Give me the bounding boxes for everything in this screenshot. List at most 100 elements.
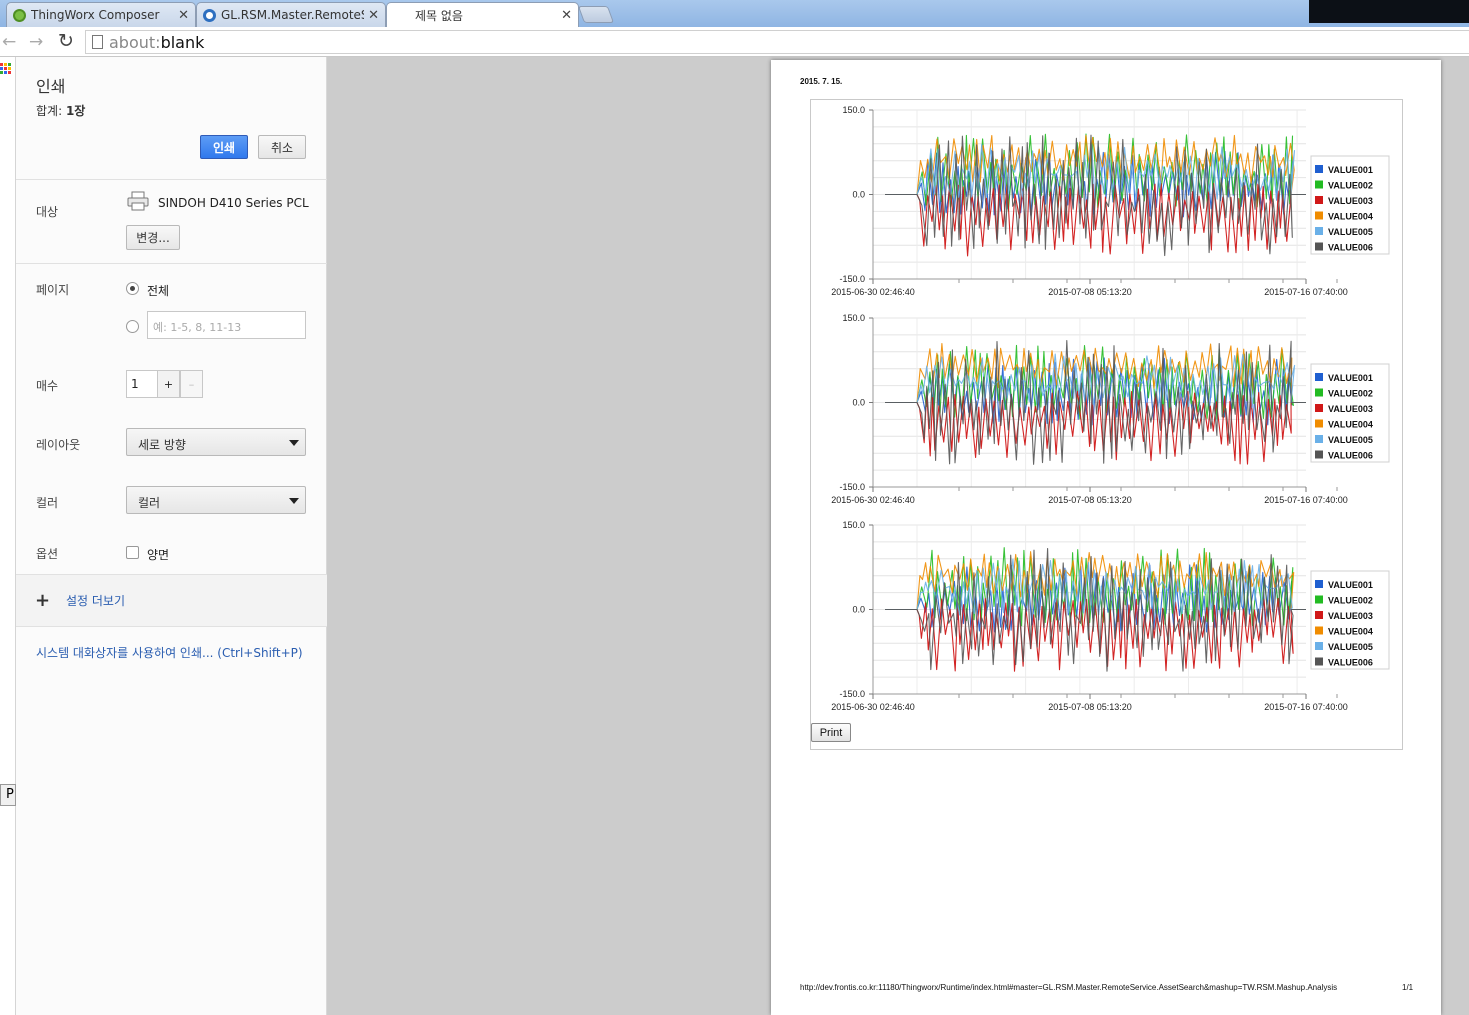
legend-label: VALUE005 bbox=[1328, 435, 1373, 445]
chart-legend: VALUE001 VALUE002 VALUE003 VALUE004 VALUE005… bbox=[1310, 155, 1390, 255]
y-tick-label: 150.0 bbox=[842, 105, 865, 115]
copies-label: 매수 bbox=[36, 379, 59, 393]
x-tick-label: 2015-06-30 02:46:40 bbox=[831, 287, 915, 297]
address-bar[interactable]: about: blank bbox=[85, 30, 1469, 54]
legend-swatch bbox=[1315, 435, 1323, 443]
back-arrow-icon[interactable]: ← bbox=[2, 32, 16, 52]
y-tick-label: 0.0 bbox=[852, 605, 865, 615]
new-tab-button[interactable] bbox=[577, 6, 615, 23]
change-destination-button[interactable]: 변경... bbox=[126, 225, 180, 250]
tab-untitled[interactable]: 제목 없음 ✕ bbox=[386, 2, 579, 28]
tab-label: 제목 없음 bbox=[415, 9, 463, 23]
chevron-down-icon bbox=[289, 498, 299, 504]
thingworx-icon bbox=[13, 8, 26, 22]
x-tick-label: 2015-07-08 05:13:20 bbox=[1048, 495, 1132, 505]
x-tick-label: 2015-06-30 02:46:40 bbox=[831, 702, 915, 712]
x-tick-label: 2015-07-08 05:13:20 bbox=[1048, 702, 1132, 712]
pages-all-label: 전체 bbox=[147, 284, 170, 298]
legend-label: VALUE002 bbox=[1328, 389, 1373, 399]
legend-label: VALUE003 bbox=[1328, 404, 1373, 414]
legend-label: VALUE001 bbox=[1328, 373, 1373, 383]
close-icon[interactable]: ✕ bbox=[561, 8, 572, 23]
print-button[interactable]: 인쇄 bbox=[200, 135, 248, 159]
page-icon bbox=[92, 35, 103, 49]
color-select[interactable]: 컬러 bbox=[126, 486, 306, 514]
pages-label: 페이지 bbox=[36, 283, 70, 297]
legend-swatch bbox=[1315, 450, 1323, 459]
chart-svg: 150.0 0.0 -150.0 2015-06-30 02:46:40 2015-07… bbox=[831, 105, 1390, 297]
legend-swatch bbox=[1315, 227, 1323, 235]
apps-grid-icon[interactable] bbox=[0, 63, 13, 76]
legend-label: VALUE001 bbox=[1328, 165, 1373, 175]
divider bbox=[16, 179, 327, 180]
printer-name: SINDOH D410 Series PCL bbox=[158, 196, 309, 210]
legend-label: VALUE004 bbox=[1328, 627, 1373, 637]
cancel-button[interactable]: 취소 bbox=[258, 135, 306, 159]
reload-icon[interactable]: ↻ bbox=[58, 30, 74, 52]
options-label: 옵션 bbox=[36, 547, 59, 561]
time-series-chart-2: 150.0 0.0 -150.0 2015-06-30 02:46:40 2015-07… bbox=[811, 308, 1404, 515]
close-icon[interactable]: ✕ bbox=[368, 8, 379, 23]
tab-label: ThingWorx Composer bbox=[31, 8, 160, 22]
page-number: 1/1 bbox=[1402, 983, 1414, 992]
pages-range-input[interactable]: 예: 1-5, 8, 11-13 bbox=[147, 311, 306, 339]
mashup-content: 150.0 0.0 -150.0 2015-06-30 02:46:40 2015-07… bbox=[810, 99, 1403, 750]
forward-arrow-icon[interactable]: → bbox=[29, 32, 43, 52]
duplex-label: 양면 bbox=[147, 548, 170, 562]
destination-label: 대상 bbox=[36, 205, 59, 219]
legend-label: VALUE006 bbox=[1328, 658, 1373, 668]
chart-legend: VALUE001 VALUE002 VALUE003 VALUE004 VALUE005… bbox=[1310, 570, 1390, 670]
system-dialog-link[interactable]: 시스템 대화상자를 사용하여 인쇄... (Ctrl+Shift+P) bbox=[36, 644, 303, 661]
pages-custom-radio[interactable] bbox=[126, 320, 139, 333]
legend-label: VALUE004 bbox=[1328, 212, 1373, 222]
browser-window: ThingWorx Composer ✕ GL.RSM.Master.Remot… bbox=[0, 0, 1469, 1015]
legend-swatch bbox=[1315, 642, 1323, 650]
duplex-checkbox[interactable] bbox=[126, 546, 139, 559]
copies-input[interactable]: 1 bbox=[126, 370, 158, 398]
legend-swatch bbox=[1315, 165, 1323, 173]
mashup-icon bbox=[203, 8, 216, 22]
y-tick-label: 0.0 bbox=[852, 398, 865, 408]
tab-remote-service[interactable]: GL.RSM.Master.RemoteSe ✕ bbox=[196, 2, 386, 27]
legend-label: VALUE005 bbox=[1328, 642, 1373, 652]
background-print-button[interactable]: P bbox=[0, 784, 16, 806]
url-host: blank bbox=[160, 32, 205, 52]
mashup-print-button[interactable]: Print bbox=[811, 723, 851, 742]
y-tick-label: -150.0 bbox=[839, 689, 865, 699]
color-label: 컬러 bbox=[36, 496, 59, 510]
page-header-date: 2015. 7. 15. bbox=[800, 77, 843, 86]
chart-legend: VALUE001 VALUE002 VALUE003 VALUE004 VALUE005… bbox=[1310, 363, 1390, 463]
time-series-chart-3: 150.0 0.0 -150.0 2015-06-30 02:46:40 2015-07… bbox=[811, 515, 1404, 722]
layout-value: 세로 방향 bbox=[138, 438, 186, 452]
total-value: 1장 bbox=[65, 104, 86, 118]
close-icon[interactable]: ✕ bbox=[178, 8, 189, 23]
legend-swatch bbox=[1315, 595, 1323, 604]
tab-thingworx-composer[interactable]: ThingWorx Composer ✕ bbox=[6, 2, 196, 27]
legend-swatch bbox=[1315, 580, 1323, 588]
chart-svg: 150.0 0.0 -150.0 2015-06-30 02:46:40 2015-07… bbox=[831, 520, 1390, 712]
legend-swatch bbox=[1315, 611, 1323, 619]
pages-all-radio[interactable] bbox=[126, 282, 139, 295]
legend-label: VALUE003 bbox=[1328, 611, 1373, 621]
legend-label: VALUE005 bbox=[1328, 227, 1373, 237]
legend-label: VALUE001 bbox=[1328, 580, 1373, 590]
more-settings-row[interactable]: + 설정 더보기 bbox=[16, 575, 327, 626]
print-settings-panel: 인쇄 합계: 1장 인쇄 취소 대상 SINDOH D410 Series PC… bbox=[16, 57, 327, 1015]
copies-increment-button[interactable]: + bbox=[157, 370, 180, 398]
x-tick-label: 2015-07-08 05:13:20 bbox=[1048, 287, 1132, 297]
more-settings-link[interactable]: 설정 더보기 bbox=[66, 592, 125, 609]
legend-swatch bbox=[1315, 373, 1323, 381]
background-page-edge bbox=[0, 57, 16, 1015]
page-total: 합계: 1장 bbox=[36, 102, 85, 119]
x-tick-label: 2015-07-16 07:40:00 bbox=[1264, 702, 1348, 712]
legend-swatch bbox=[1315, 388, 1323, 397]
legend-label: VALUE006 bbox=[1328, 451, 1373, 461]
copies-decrement-button[interactable]: – bbox=[180, 370, 203, 398]
legend-label: VALUE002 bbox=[1328, 181, 1373, 191]
chart-svg: 150.0 0.0 -150.0 2015-06-30 02:46:40 2015-07… bbox=[831, 313, 1390, 505]
color-value: 컬러 bbox=[138, 496, 161, 510]
legend-swatch bbox=[1315, 419, 1323, 428]
divider bbox=[16, 263, 327, 264]
legend-swatch bbox=[1315, 211, 1323, 220]
layout-select[interactable]: 세로 방향 bbox=[126, 428, 306, 456]
